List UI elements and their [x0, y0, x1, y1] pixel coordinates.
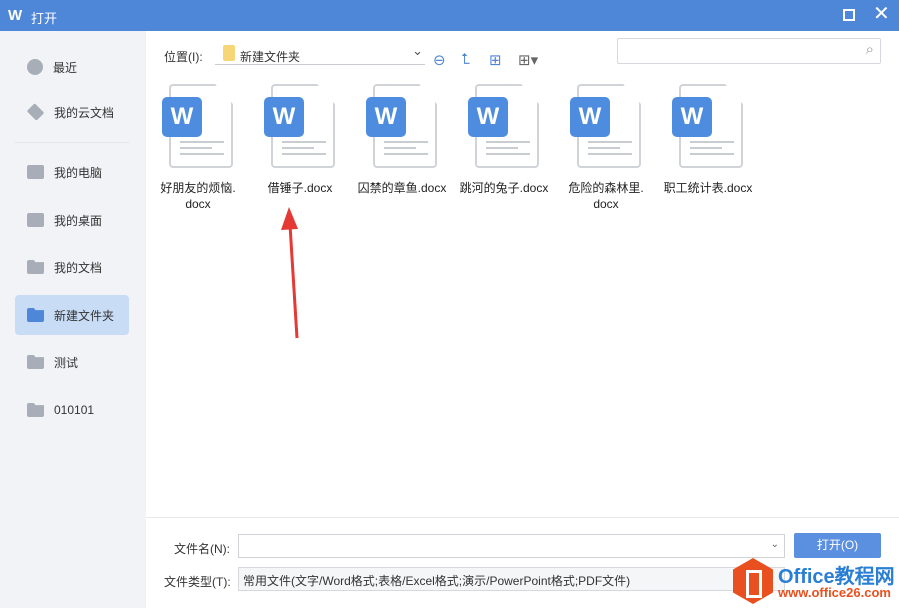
filename-label: 文件名(N): [174, 542, 230, 556]
filename-input[interactable]: ⌄ [238, 534, 785, 558]
open-button[interactable]: 打开(O) [794, 533, 881, 558]
filetype-label: 文件类型(T): [164, 575, 231, 589]
divider [146, 517, 899, 518]
chevron-down-icon[interactable]: ⌄ [771, 539, 779, 550]
filetype-value: 常用文件(文字/Word格式;表格/Excel格式;演示/PowerPoint格… [243, 574, 631, 588]
watermark-url: www.office26.com [778, 585, 891, 600]
watermark: Office教程网 www.office26.com [733, 556, 899, 608]
filetype-select[interactable]: 常用文件(文字/Word格式;表格/Excel格式;演示/PowerPoint格… [238, 567, 785, 591]
office-logo-icon [733, 558, 773, 604]
